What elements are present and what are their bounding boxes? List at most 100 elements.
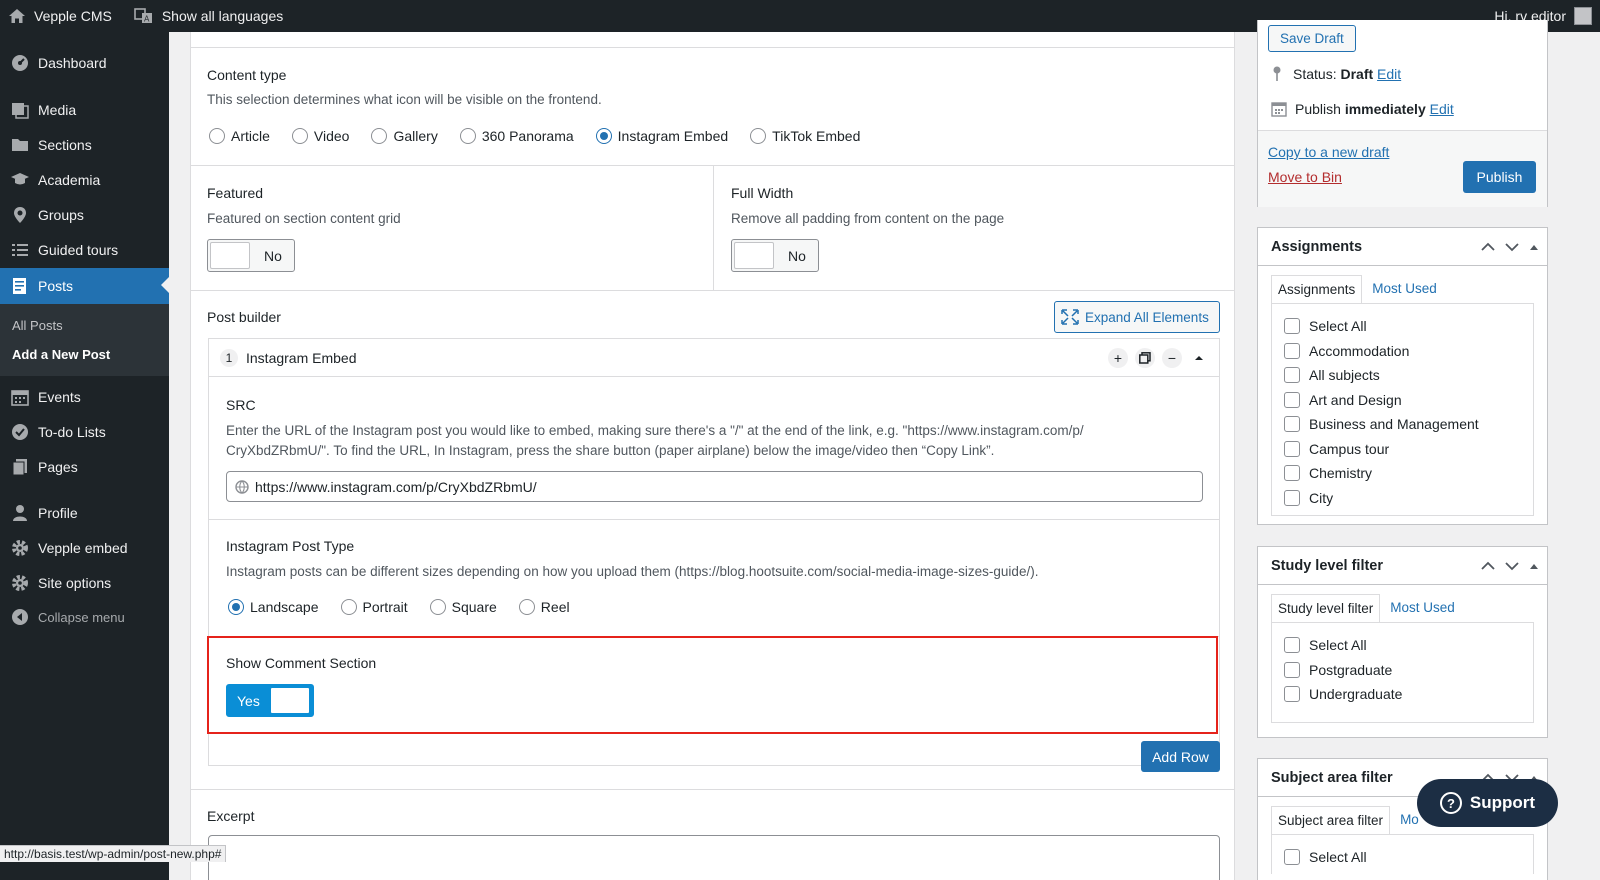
remove-element-icon[interactable]: − (1162, 347, 1182, 368)
edit-publish-time-link[interactable]: Edit (1430, 101, 1454, 117)
checklist-item[interactable]: Art and Design (1284, 388, 1533, 413)
sidebar-item-profile[interactable]: Profile (0, 496, 169, 530)
element-title: Instagram Embed (246, 349, 357, 366)
submenu-all-posts[interactable]: All Posts (0, 311, 169, 340)
builder-element-header[interactable]: 1 Instagram Embed + − (209, 339, 1219, 377)
featured-description: Featured on section content grid (207, 211, 401, 226)
translation-icon: A (134, 8, 154, 24)
collapse-menu-button[interactable]: Collapse menu (0, 600, 169, 634)
radio-video[interactable]: Video (291, 128, 349, 144)
radio-portrait[interactable]: Portrait (340, 599, 408, 615)
radio-square[interactable]: Square (429, 599, 497, 615)
tab-study-level-filter[interactable]: Study level filter (1271, 594, 1381, 622)
sidebar-item-posts[interactable]: Posts (0, 268, 169, 304)
avatar[interactable] (1574, 7, 1592, 25)
radio-landscape[interactable]: Landscape (228, 599, 319, 615)
caret-up-icon[interactable] (1529, 243, 1539, 251)
checklist-item[interactable]: Select All (1284, 845, 1533, 870)
checklist-item[interactable]: Chemistry (1284, 461, 1533, 486)
collapse-icon (10, 607, 30, 627)
full-width-description: Remove all padding from content on the p… (731, 211, 1005, 226)
study-level-box: Study level filter Study level filter Mo… (1257, 546, 1548, 738)
folder-icon (10, 135, 30, 155)
checklist-item[interactable]: All subjects (1284, 363, 1533, 388)
checklist-item[interactable]: Campus tour (1284, 437, 1533, 462)
radio-article[interactable]: Article (209, 128, 270, 144)
sidebar-item-guided-tours[interactable]: Guided tours (0, 233, 169, 267)
featured-toggle[interactable]: No (207, 239, 295, 272)
tab-most-used[interactable]: Most Used (1362, 275, 1443, 303)
publish-time-row: Publish immediately Edit (1271, 101, 1454, 117)
chevron-down-icon[interactable] (1505, 561, 1519, 571)
post-meta-panel: Content type This selection determines w… (190, 32, 1235, 880)
duplicate-icon[interactable] (1135, 347, 1155, 368)
collapse-element-icon[interactable] (1189, 348, 1209, 368)
sidebar-item-site-options[interactable]: Site options (0, 566, 169, 600)
support-button[interactable]: ? Support (1417, 779, 1558, 827)
publish-button[interactable]: Publish (1463, 161, 1536, 193)
submenu-add-new-post[interactable]: Add a New Post (0, 340, 169, 369)
checklist-item[interactable]: Business and Management (1284, 412, 1533, 437)
sidebar-item-pages[interactable]: Pages (0, 450, 169, 484)
home-icon (8, 8, 26, 24)
post-builder-label: Post builder (207, 309, 281, 325)
question-icon: ? (1439, 792, 1462, 814)
sidebar-item-sections[interactable]: Sections (0, 128, 169, 162)
copy-to-draft-link[interactable]: Copy to a new draft (1268, 144, 1389, 160)
add-row-button[interactable]: Add Row (1141, 741, 1220, 772)
checklist-item[interactable]: Postgraduate (1284, 658, 1533, 683)
chevron-up-icon[interactable] (1481, 242, 1495, 252)
move-to-bin-link[interactable]: Move to Bin (1268, 169, 1342, 185)
radio-instagram-embed[interactable]: Instagram Embed (595, 128, 728, 144)
chevron-up-icon[interactable] (1481, 561, 1495, 571)
radio-reel[interactable]: Reel (518, 599, 570, 615)
full-width-toggle[interactable]: No (731, 239, 819, 272)
study-level-checklist: Select All Postgraduate Undergraduate (1271, 622, 1534, 723)
tab-assignments[interactable]: Assignments (1271, 275, 1363, 303)
src-url-input[interactable]: https://www.instagram.com/p/CryXbdZRbmU/ (226, 471, 1203, 502)
radio-gallery[interactable]: Gallery (371, 128, 438, 144)
site-name: Vepple CMS (34, 8, 112, 24)
assignments-title: Assignments (1258, 228, 1547, 266)
excerpt-label: Excerpt (207, 808, 255, 824)
gear-icon (10, 538, 30, 558)
radio-tiktok-embed[interactable]: TikTok Embed (750, 128, 860, 144)
checklist-item[interactable]: Undergraduate (1284, 682, 1533, 707)
edit-status-link[interactable]: Edit (1377, 66, 1401, 82)
languages-switcher[interactable]: A Show all languages (126, 0, 291, 32)
calendar-icon (10, 387, 30, 407)
sidebar-item-vepple-embed[interactable]: Vepple embed (0, 531, 169, 565)
graduation-cap-icon (10, 170, 30, 190)
sidebar-item-groups[interactable]: Groups (0, 198, 169, 232)
checklist-item[interactable]: Select All (1284, 633, 1533, 658)
content-type-options: Article Video Gallery 360 Panorama Insta… (209, 128, 882, 144)
checklist-item[interactable]: City (1284, 486, 1533, 511)
admin-sidebar: Dashboard Media Sections Academia Groups… (0, 32, 169, 880)
sidebar-item-media[interactable]: Media (0, 93, 169, 127)
radio-360-panorama[interactable]: 360 Panorama (459, 128, 574, 144)
save-draft-button[interactable]: Save Draft (1268, 25, 1356, 52)
content-type-description: This selection determines what icon will… (207, 92, 602, 107)
checklist-item[interactable]: Accommodation (1284, 339, 1533, 364)
expand-all-elements-button[interactable]: Expand All Elements (1054, 301, 1220, 333)
sidebar-item-todo-lists[interactable]: To-do Lists (0, 415, 169, 449)
media-icon (10, 100, 30, 120)
sidebar-item-events[interactable]: Events (0, 380, 169, 414)
add-element-icon[interactable]: + (1108, 347, 1128, 368)
publish-actions: Copy to a new draft Move to Bin Publish (1258, 130, 1547, 207)
posts-icon (10, 276, 30, 296)
excerpt-textarea[interactable] (208, 835, 1220, 880)
sidebar-item-academia[interactable]: Academia (0, 163, 169, 197)
sidebar-item-dashboard[interactable]: Dashboard (0, 46, 169, 80)
site-name-link[interactable]: Vepple CMS (0, 0, 120, 32)
tab-subject-area-filter[interactable]: Subject area filter (1271, 806, 1391, 834)
checklist-item[interactable]: Select All (1284, 314, 1533, 339)
pin-icon (1271, 66, 1283, 82)
globe-icon (235, 479, 249, 494)
tab-most-used[interactable]: Most Used (1380, 594, 1461, 622)
src-label: SRC (226, 397, 256, 413)
chevron-down-icon[interactable] (1505, 242, 1519, 252)
assignments-box: Assignments Assignments Most Used Select… (1257, 227, 1548, 525)
caret-up-icon[interactable] (1529, 562, 1539, 570)
calendar-icon (1271, 101, 1287, 117)
